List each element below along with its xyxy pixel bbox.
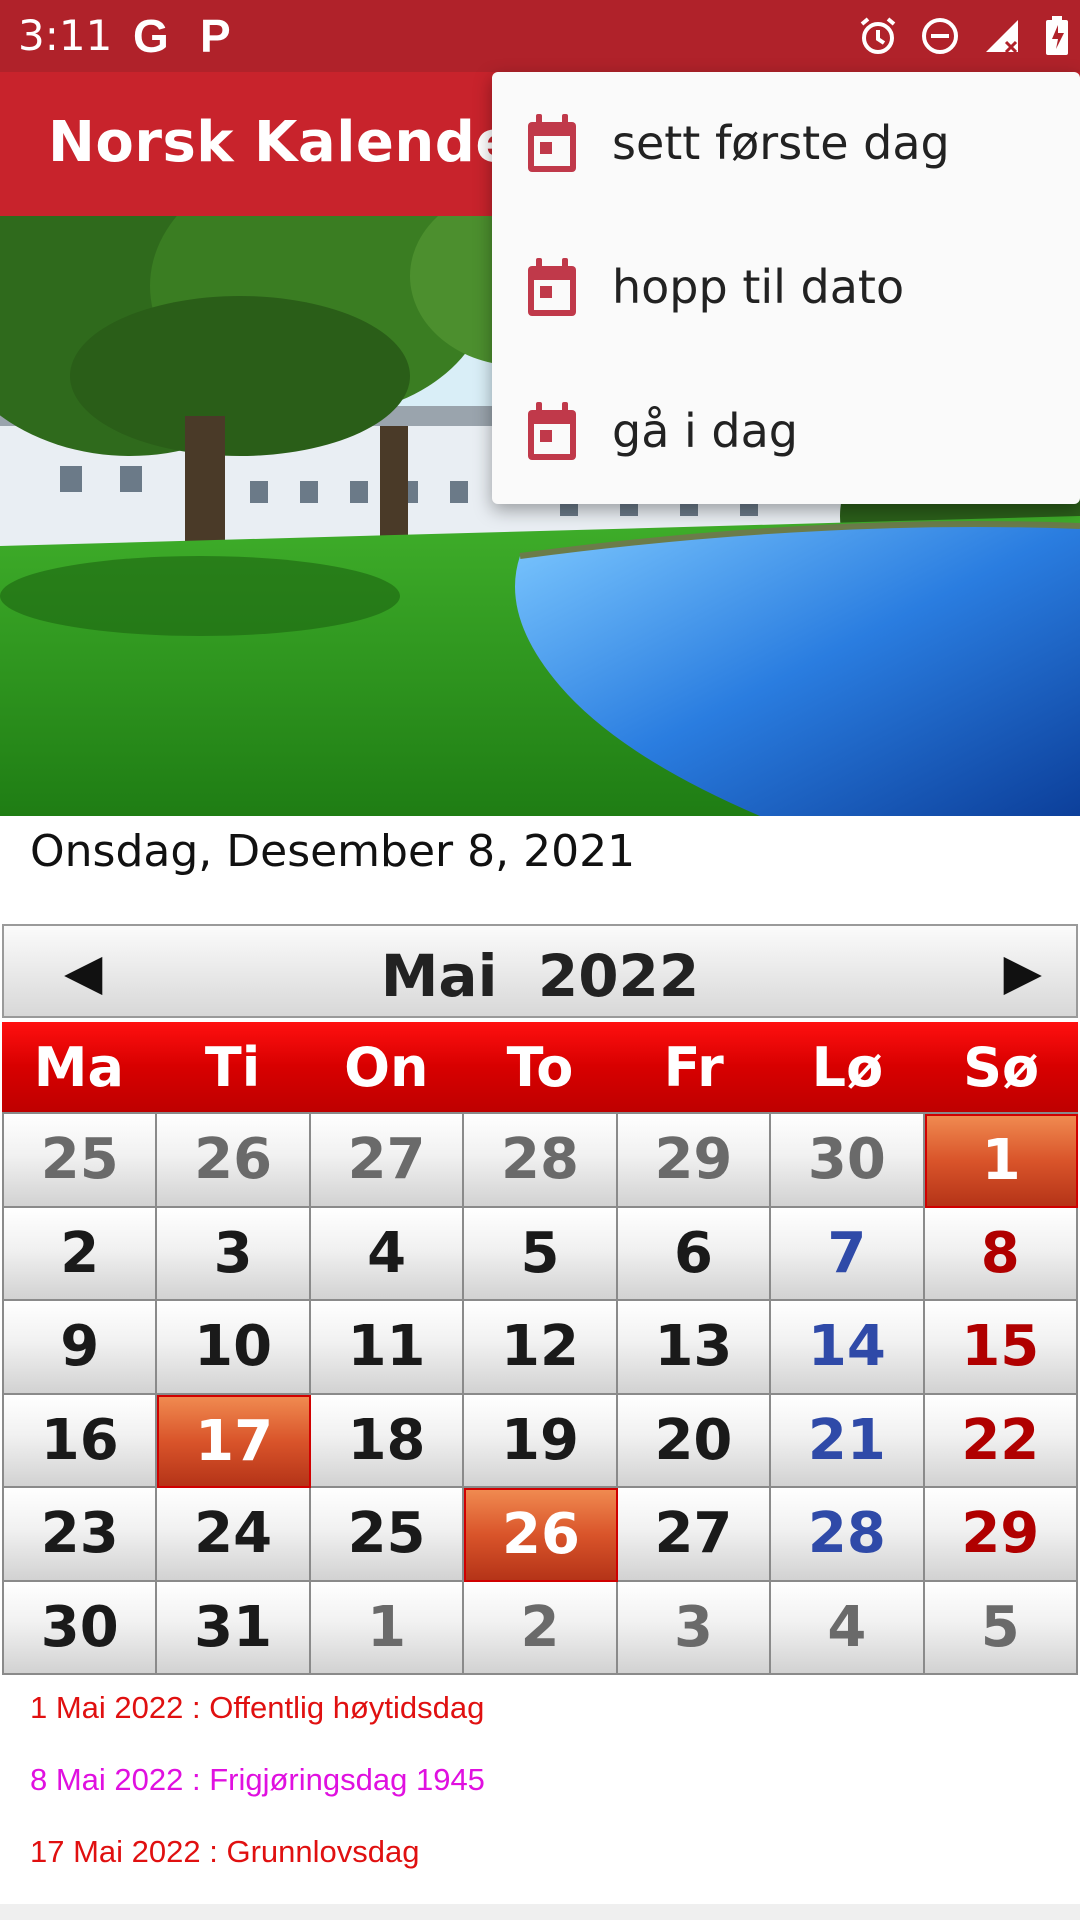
day-cell[interactable]: 23 bbox=[4, 1488, 158, 1582]
menu-item-set-first-day[interactable]: sett første dag bbox=[492, 72, 1080, 216]
day-cell[interactable]: 15 bbox=[924, 1301, 1078, 1395]
menu-item-go-today[interactable]: gå i dag bbox=[492, 360, 1080, 504]
day-cell[interactable]: 4 bbox=[771, 1581, 925, 1675]
day-cell-highlighted[interactable]: 26 bbox=[464, 1488, 618, 1582]
day-cell[interactable]: 7 bbox=[771, 1207, 925, 1301]
day-cell[interactable]: 9 bbox=[4, 1301, 158, 1395]
day-cell[interactable]: 22 bbox=[924, 1394, 1078, 1488]
do-not-disturb-icon bbox=[920, 16, 960, 56]
day-cell-highlighted[interactable]: 1 bbox=[924, 1114, 1078, 1208]
day-cell[interactable]: 11 bbox=[310, 1301, 465, 1395]
google-g-icon: G bbox=[133, 10, 169, 62]
day-cell[interactable]: 27 bbox=[310, 1114, 465, 1208]
day-cell[interactable]: 20 bbox=[617, 1394, 772, 1488]
holiday-list: 1 Mai 2022 : Offentlig høytidsdag 8 Mai 2… bbox=[30, 1688, 485, 1904]
day-cell[interactable]: 5 bbox=[464, 1207, 618, 1301]
menu-item-label: gå i dag bbox=[612, 404, 798, 458]
day-cell[interactable]: 25 bbox=[310, 1488, 465, 1582]
day-cell[interactable]: 21 bbox=[771, 1394, 925, 1488]
day-cell[interactable]: 5 bbox=[924, 1581, 1078, 1675]
calendar-header: ◀ Mai 2022 ▶ bbox=[2, 924, 1078, 1018]
day-cell[interactable]: 2 bbox=[464, 1581, 618, 1675]
status-icons bbox=[858, 14, 1070, 58]
day-cell[interactable]: 14 bbox=[771, 1301, 925, 1395]
day-cell[interactable]: 28 bbox=[771, 1488, 925, 1582]
menu-item-jump-to-date[interactable]: hopp til dato bbox=[492, 216, 1080, 360]
day-cell[interactable]: 8 bbox=[924, 1207, 1078, 1301]
day-cell[interactable]: 28 bbox=[464, 1114, 618, 1208]
day-cell[interactable]: 6 bbox=[617, 1207, 772, 1301]
day-cell[interactable]: 24 bbox=[157, 1488, 311, 1582]
day-grid: 25 26 27 28 29 30 1 2 3 4 5 6 7 8 9 10 11 12 13 14 15 16 17 18 1… bbox=[2, 1112, 1078, 1675]
day-cell[interactable]: 29 bbox=[617, 1114, 772, 1208]
status-bar: 3:11 G P bbox=[0, 0, 1080, 72]
menu-item-label: hopp til dato bbox=[612, 260, 905, 314]
day-cell[interactable]: 13 bbox=[617, 1301, 772, 1395]
day-cell[interactable]: 3 bbox=[617, 1581, 772, 1675]
day-cell[interactable]: 30 bbox=[4, 1581, 158, 1675]
overflow-menu: sett første dag hopp til dato gå i dag bbox=[492, 72, 1080, 504]
day-cell[interactable]: 27 bbox=[617, 1488, 772, 1582]
status-time: 3:11 bbox=[18, 11, 113, 60]
calendar-icon bbox=[528, 402, 576, 460]
day-cell[interactable]: 12 bbox=[464, 1301, 618, 1395]
holiday-item: 1 Mai 2022 : Offentlig høytidsdag bbox=[30, 1690, 485, 1725]
signal-icon bbox=[982, 16, 1022, 56]
day-cell[interactable]: 30 bbox=[771, 1114, 925, 1208]
holiday-item: 8 Mai 2022 : Frigjøringsdag 1945 bbox=[30, 1762, 485, 1797]
bottom-divider bbox=[0, 1904, 1080, 1920]
day-cell-highlighted[interactable]: 17 bbox=[157, 1394, 311, 1488]
app-title: Norsk Kalender bbox=[48, 110, 542, 175]
day-cell[interactable]: 19 bbox=[464, 1394, 618, 1488]
next-month-button[interactable]: ▶ bbox=[1004, 944, 1042, 1000]
calendar-icon bbox=[528, 258, 576, 316]
day-cell[interactable]: 4 bbox=[310, 1207, 465, 1301]
day-cell[interactable]: 29 bbox=[924, 1488, 1078, 1582]
menu-item-label: sett første dag bbox=[612, 116, 950, 170]
holiday-item: 17 Mai 2022 : Grunnlovsdag bbox=[30, 1834, 420, 1869]
day-cell[interactable]: 2 bbox=[4, 1207, 158, 1301]
calendar-icon bbox=[528, 114, 576, 172]
month-title: Mai 2022 bbox=[380, 942, 700, 1010]
day-cell[interactable]: 1 bbox=[310, 1581, 465, 1675]
day-cell[interactable]: 10 bbox=[157, 1301, 311, 1395]
day-cell[interactable]: 3 bbox=[157, 1207, 311, 1301]
day-cell[interactable]: 16 bbox=[4, 1394, 158, 1488]
day-cell[interactable]: 31 bbox=[157, 1581, 311, 1675]
day-cell[interactable]: 25 bbox=[4, 1114, 158, 1208]
today-date: Onsdag, Desember 8, 2021 bbox=[30, 826, 636, 877]
alarm-icon bbox=[858, 16, 898, 56]
battery-charging-icon bbox=[1044, 15, 1070, 57]
day-cell[interactable]: 26 bbox=[157, 1114, 311, 1208]
p-app-icon: P bbox=[200, 10, 231, 62]
day-cell[interactable]: 18 bbox=[310, 1394, 465, 1488]
